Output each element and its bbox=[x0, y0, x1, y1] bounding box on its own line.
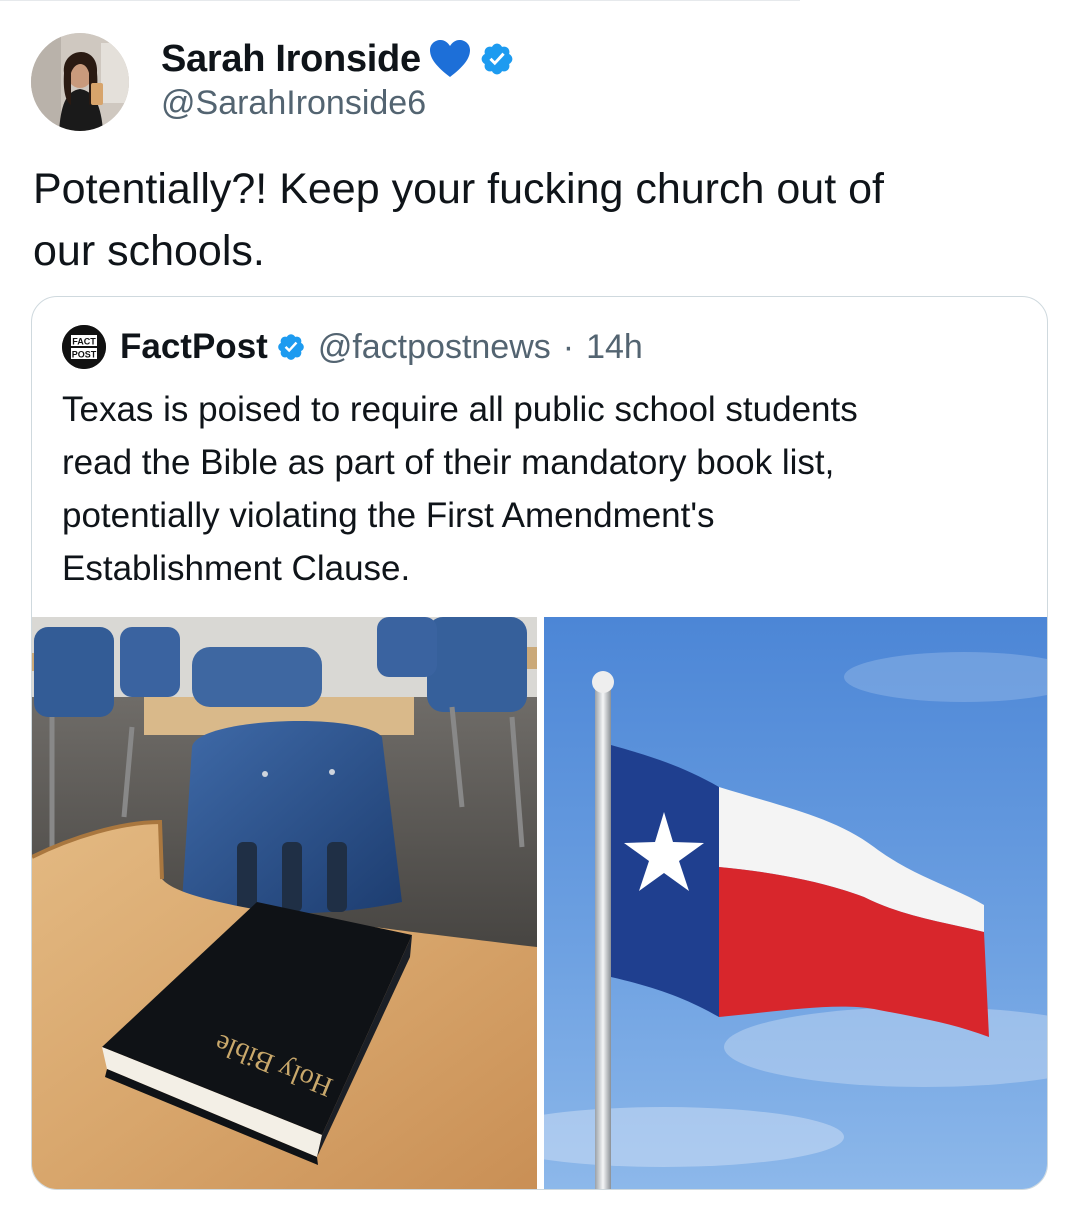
separator-dot: · bbox=[562, 327, 575, 366]
quoted-tweet-header: FACT POST FactPost @factpostnews · 14h bbox=[62, 325, 643, 369]
quoted-tweet[interactable]: FACT POST FactPost @factpostnews · 14h T… bbox=[31, 296, 1048, 1190]
avatar[interactable] bbox=[31, 33, 129, 131]
texas-flag-illustration bbox=[544, 617, 1047, 1189]
tweet-text: Potentially?! Keep your fucking church o… bbox=[33, 158, 1043, 282]
factpost-logo-icon: FACT POST bbox=[62, 325, 106, 369]
quoted-author-name[interactable]: FactPost bbox=[120, 327, 268, 367]
blue-heart-icon bbox=[429, 40, 470, 77]
factpost-logo[interactable]: FACT POST bbox=[62, 325, 106, 369]
avatar-photo bbox=[31, 33, 129, 131]
factpost-logo-bottom-text: POST bbox=[72, 350, 97, 360]
quoted-text-line: Establishment Clause. bbox=[62, 549, 411, 588]
author-name-row: Sarah Ironside bbox=[161, 36, 515, 82]
classroom-bible-illustration: Holy Bible bbox=[32, 617, 537, 1189]
quoted-timestamp[interactable]: 14h bbox=[586, 328, 643, 367]
quoted-author-handle[interactable]: @factpostnews bbox=[318, 328, 551, 367]
quoted-text-line: read the Bible as part of their mandator… bbox=[62, 443, 835, 482]
quoted-text-line: potentially violating the First Amendmen… bbox=[62, 496, 715, 535]
top-divider bbox=[0, 0, 800, 1]
verified-badge-icon bbox=[481, 43, 513, 75]
verified-badge-icon bbox=[278, 334, 304, 360]
factpost-logo-top-text: FACT bbox=[72, 337, 96, 347]
author-display-name[interactable]: Sarah Ironside bbox=[161, 38, 421, 81]
tweet-text-line: our schools. bbox=[33, 227, 265, 275]
quoted-tweet-text: Texas is poised to require all public sc… bbox=[62, 383, 1022, 595]
classroom-bible-image[interactable]: Holy Bible bbox=[32, 617, 537, 1189]
tweet-text-line: Potentially?! Keep your fucking church o… bbox=[33, 165, 884, 213]
texas-flag-image[interactable] bbox=[544, 617, 1047, 1189]
author-handle[interactable]: @SarahIronside6 bbox=[161, 84, 426, 123]
quoted-text-line: Texas is poised to require all public sc… bbox=[62, 390, 858, 429]
